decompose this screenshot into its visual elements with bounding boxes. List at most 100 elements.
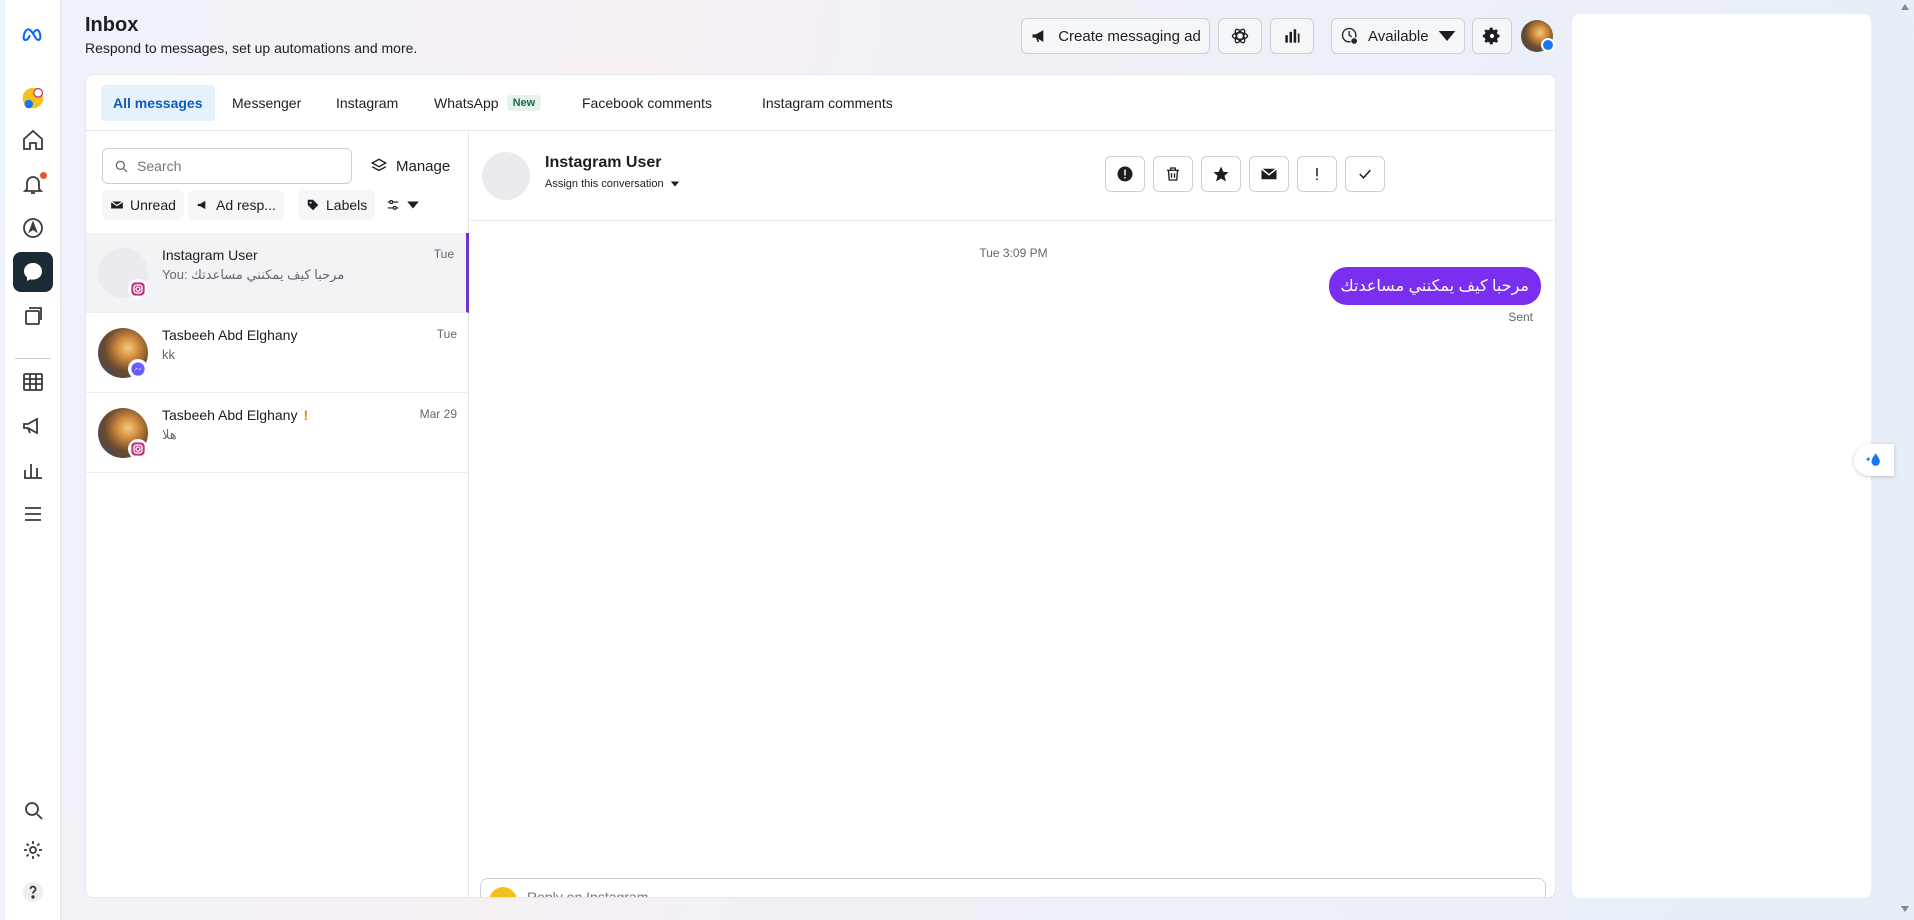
bar-chart-icon: [1282, 26, 1302, 46]
help-icon[interactable]: [13, 872, 53, 912]
page-scrollbar[interactable]: [1896, 0, 1914, 920]
atom-icon: [1230, 26, 1250, 46]
sent-message-bubble[interactable]: مرحبا كيف يمكنني مساعدتك: [1328, 267, 1541, 305]
checkmark-icon: [1356, 165, 1374, 183]
messenger-icon: [128, 359, 148, 379]
conversation-time: Tue: [436, 327, 457, 341]
thread-contact-avatar: [482, 152, 530, 200]
star-icon: [1212, 165, 1230, 183]
availability-label: Available: [1368, 27, 1429, 45]
conversation-name: Tasbeeh Abd Elghany: [162, 327, 298, 343]
megaphone-icon[interactable]: [13, 406, 53, 446]
megaphone-icon: [196, 198, 210, 212]
page-subtitle: Respond to messages, set up automations …: [85, 40, 418, 56]
megaphone-icon: [1030, 26, 1050, 46]
ai-assistant-button[interactable]: [1854, 444, 1894, 476]
filter-ad-responses[interactable]: Ad resp...: [188, 190, 284, 220]
conversation-item[interactable]: Tasbeeh Abd Elghany kk Tue: [86, 313, 469, 393]
settings-button[interactable]: [1472, 18, 1512, 54]
search-box[interactable]: [102, 148, 352, 184]
conversation-item[interactable]: Tasbeeh Abd Elghany! هلا Mar 29: [86, 393, 469, 473]
envelope-icon: [110, 198, 124, 212]
tab-messenger[interactable]: Messenger: [220, 85, 313, 121]
new-badge: New: [506, 95, 542, 111]
mark-done-button[interactable]: [1345, 156, 1385, 192]
tab-whatsapp[interactable]: WhatsApp New: [422, 85, 553, 121]
tab-label: Instagram comments: [762, 95, 893, 111]
table-icon[interactable]: [13, 362, 53, 402]
reply-input[interactable]: [527, 889, 1227, 897]
facebook-badge-icon: [1541, 38, 1555, 52]
mark-unread-button[interactable]: [1249, 156, 1289, 192]
filter-unread[interactable]: Unread: [102, 190, 184, 220]
create-messaging-ad-label: Create messaging ad: [1058, 27, 1201, 45]
tab-instagram-comments[interactable]: Instagram comments: [750, 85, 905, 121]
instagram-icon: [128, 439, 148, 459]
filter-more-dropdown[interactable]: [378, 190, 428, 220]
manage-button[interactable]: Manage: [370, 148, 450, 184]
clock-status-icon: [1340, 26, 1360, 46]
conversation-preview: هلا: [162, 427, 177, 442]
conversation-item[interactable]: Instagram User You: مرحبا كيف يمكنني مسا…: [86, 233, 469, 313]
tab-all-messages[interactable]: All messages: [101, 85, 215, 121]
filter-labels-label: Labels: [326, 197, 368, 213]
channel-tabs: All messages Messenger Instagram WhatsAp…: [86, 75, 1555, 131]
meta-logo-icon[interactable]: [13, 14, 53, 54]
caret-down-icon: [670, 179, 680, 189]
filter-unread-label: Unread: [130, 197, 176, 213]
caret-down-icon: [1437, 26, 1457, 46]
compass-icon[interactable]: [13, 208, 53, 248]
trash-icon: [1164, 165, 1182, 183]
tab-instagram[interactable]: Instagram: [324, 85, 410, 121]
tag-icon: [306, 198, 320, 212]
home-icon[interactable]: [13, 120, 53, 160]
conversation-thread-pane: Instagram User Assign this conversation: [470, 132, 1555, 897]
tab-facebook-comments[interactable]: Facebook comments: [570, 85, 724, 121]
account-avatar-icon[interactable]: [13, 78, 53, 118]
conversation-list-pane: Manage Unread Ad resp... Labels Instagra…: [86, 132, 469, 897]
caret-down-icon: [406, 198, 420, 212]
assign-label: Assign this conversation: [545, 178, 664, 190]
follow-up-button[interactable]: [1297, 156, 1337, 192]
message-timestamp: Tue 3:09 PM: [979, 246, 1048, 260]
alert-circle-icon: [1116, 165, 1134, 183]
search-icon[interactable]: [13, 790, 53, 830]
search-input[interactable]: [137, 158, 337, 174]
pages-icon[interactable]: [13, 296, 53, 336]
assign-conversation-dropdown[interactable]: Assign this conversation: [545, 178, 680, 190]
tab-label: Facebook comments: [582, 95, 712, 111]
conversation-time: Mar 29: [419, 407, 457, 421]
inbox-main-card: All messages Messenger Instagram WhatsAp…: [85, 74, 1556, 898]
delete-button[interactable]: [1153, 156, 1193, 192]
gear-icon: [1482, 26, 1502, 46]
automations-button[interactable]: [1218, 18, 1262, 54]
instagram-icon: [128, 279, 148, 299]
mark-spam-button[interactable]: [1105, 156, 1145, 192]
insights-button[interactable]: [1270, 18, 1314, 54]
flag-icon: !: [303, 407, 309, 423]
envelope-icon: [1260, 165, 1278, 183]
tab-label: All messages: [113, 95, 203, 111]
tab-label: WhatsApp: [434, 95, 499, 111]
sparkle-drop-icon: [1864, 450, 1884, 470]
conversation-preview: kk: [162, 347, 175, 362]
sliders-icon: [386, 198, 400, 212]
conversation-time: Tue: [433, 247, 454, 261]
conversation-name-text: Tasbeeh Abd Elghany: [162, 407, 298, 423]
star-button[interactable]: [1201, 156, 1241, 192]
settings-gear-icon[interactable]: [13, 830, 53, 870]
exclamation-icon: [1308, 165, 1326, 183]
filter-labels[interactable]: Labels: [298, 190, 376, 220]
filter-ad-label: Ad resp...: [216, 197, 276, 213]
layers-icon: [370, 157, 388, 175]
availability-dropdown[interactable]: Available: [1331, 18, 1465, 54]
insights-bar-icon[interactable]: [13, 450, 53, 490]
notifications-icon[interactable]: [13, 164, 53, 204]
thread-header: Instagram User Assign this conversation: [470, 132, 1555, 221]
manage-label: Manage: [396, 157, 451, 175]
create-messaging-ad-button[interactable]: Create messaging ad: [1021, 18, 1210, 54]
tab-label: Instagram: [336, 95, 399, 111]
menu-icon[interactable]: [13, 494, 53, 534]
inbox-chat-icon[interactable]: [13, 252, 53, 292]
tab-label: Messenger: [232, 95, 302, 111]
